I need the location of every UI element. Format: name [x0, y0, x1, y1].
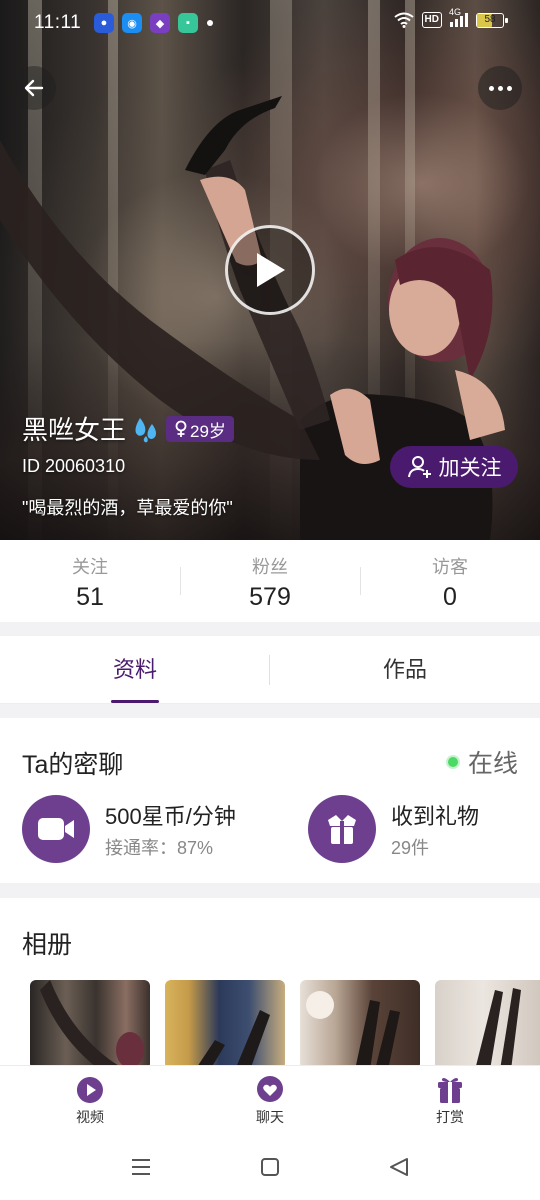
status-bar: 11:11 ● ◉ ◆ ▪ HD 4G 58: [0, 0, 540, 48]
nav-label: 视频: [76, 1109, 104, 1125]
status-time: 11:11: [34, 12, 82, 33]
tab-divider: [269, 655, 270, 685]
profile-name-text: 黑咝女王: [22, 415, 127, 445]
album-photo[interactable]: [300, 980, 420, 1068]
bottom-action-bar: 视频 聊天 打赏: [0, 1065, 540, 1135]
system-navigation-bar: [0, 1135, 540, 1200]
connect-rate-text: 接通率：87%: [105, 837, 214, 858]
battery-icon: 58: [476, 12, 508, 28]
stat-label: 粉丝: [252, 557, 288, 577]
chat-heart-icon: [257, 1076, 283, 1102]
profile-id: ID 20060310: [22, 456, 126, 476]
gifts-title: 收到礼物: [391, 803, 480, 829]
profile-cover[interactable]: 11:11 ● ◉ ◆ ▪ HD 4G 58 黑咝女王 29岁 ID 20060…: [0, 0, 540, 540]
profile-signature: "喝最烈的酒，草最爱的你": [22, 498, 233, 518]
received-gifts[interactable]: 收到礼物 29件: [308, 795, 479, 863]
age-text: 29岁: [190, 421, 226, 441]
stat-fans[interactable]: 粉丝 579: [180, 540, 360, 622]
profile-name: 黑咝女王: [22, 410, 162, 447]
stat-visitors[interactable]: 访客 0: [360, 540, 540, 622]
video-play-icon: [76, 1077, 103, 1103]
online-status: 在线: [447, 744, 518, 780]
album-title: 相册: [22, 931, 73, 959]
back-triangle-icon[interactable]: [388, 1157, 410, 1177]
album-photo[interactable]: [165, 980, 285, 1068]
nav-video-button[interactable]: 视频: [0, 1066, 180, 1135]
video-chat-price[interactable]: 500星币/分钟 接通率：87%: [22, 795, 236, 863]
stat-following[interactable]: 关注 51: [0, 540, 180, 622]
gift-box-icon: [308, 795, 376, 863]
stat-label: 关注: [72, 557, 108, 577]
hd-badge: HD: [421, 12, 442, 28]
add-user-icon: [407, 456, 431, 478]
nav-label: 打赏: [436, 1109, 464, 1125]
price-text: 500星币/分钟: [105, 803, 236, 829]
stat-value: 0: [443, 583, 457, 611]
tab-profile-info[interactable]: 资料: [0, 636, 270, 703]
nav-tip-button[interactable]: 打赏: [360, 1066, 540, 1135]
browser-icon: ◉: [122, 13, 142, 33]
follow-label: 加关注: [438, 457, 502, 480]
nav-chat-button[interactable]: 聊天: [180, 1066, 360, 1135]
gender-age-badge: 29岁: [166, 416, 234, 442]
photo-album: 相册: [0, 898, 540, 1068]
private-chat-title: Ta的密聊: [22, 751, 124, 779]
more-options-button[interactable]: [478, 66, 522, 110]
stat-label: 访客: [432, 557, 468, 577]
stat-value: 51: [76, 583, 104, 611]
private-chat-card: Ta的密聊 在线 500星币/分钟 接通率：87% 收到礼物 29件: [0, 718, 540, 883]
album-thumbnails: [30, 980, 540, 1068]
baidu-icon: ●: [94, 13, 114, 33]
tab-works[interactable]: 作品: [270, 636, 540, 703]
menu-icon[interactable]: [130, 1157, 152, 1177]
stat-value: 579: [249, 583, 291, 611]
play-video-button[interactable]: [225, 225, 315, 315]
video-camera-icon: [22, 795, 90, 863]
nav-label: 聊天: [256, 1109, 284, 1125]
online-status-text: 在线: [467, 750, 518, 778]
app-shield-icon: ◆: [150, 13, 170, 33]
app-chat-icon: ▪: [178, 13, 198, 33]
play-icon: [257, 253, 285, 287]
back-button[interactable]: [12, 66, 56, 110]
album-photo[interactable]: [30, 980, 150, 1068]
female-icon: [175, 420, 187, 437]
gift-icon: [438, 1078, 462, 1103]
gifts-count: 29件: [391, 837, 430, 858]
profile-tabs: 资料 作品: [0, 636, 540, 704]
follow-button[interactable]: 加关注: [390, 446, 518, 488]
signal-icon: 4G: [449, 7, 468, 27]
album-photo[interactable]: [435, 980, 540, 1068]
online-dot-icon: [447, 757, 458, 767]
sweat-droplets-icon: [135, 417, 157, 442]
arrow-left-icon: [24, 79, 44, 97]
stats-bar: 关注 51 粉丝 579 访客 0: [0, 540, 540, 622]
home-icon[interactable]: [259, 1157, 281, 1177]
wifi-icon: [393, 12, 414, 28]
more-dots-icon: [488, 85, 494, 91]
notification-dot-icon: [207, 20, 213, 26]
